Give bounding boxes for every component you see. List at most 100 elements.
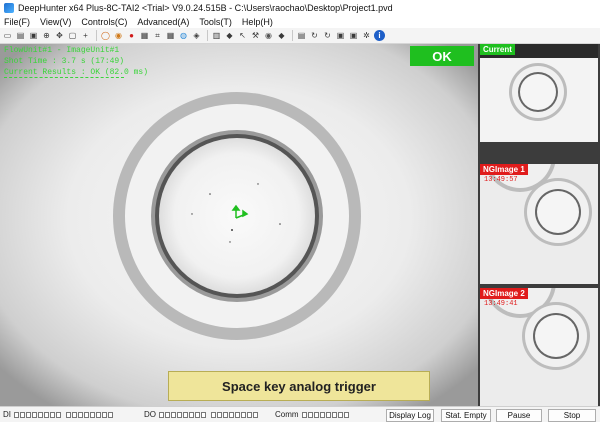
menu-file[interactable]: File(F) (0, 17, 36, 27)
io-indicator (235, 411, 240, 418)
device-icon[interactable]: ▣ (348, 30, 359, 41)
io-indicator (171, 411, 176, 418)
grid-icon[interactable]: ▦ (165, 30, 176, 41)
toolbar-separator (96, 30, 97, 41)
layers-icon[interactable]: ▥ (211, 30, 222, 41)
io-indicator (301, 411, 307, 418)
menu-help[interactable]: Help(H) (238, 17, 279, 27)
flow-unit-label: FlowUnit#1 - ImageUnit#1 (4, 46, 120, 55)
record-icon[interactable]: ● (126, 30, 137, 41)
io-indicator (319, 411, 325, 418)
toolbar-separator (207, 30, 208, 41)
io-indicator (211, 411, 216, 418)
io-indicator (14, 411, 19, 418)
io-indicator (50, 411, 55, 418)
open-folder-icon[interactable]: ▤ (15, 30, 26, 41)
io-indicator (217, 411, 222, 418)
save-icon[interactable]: ▣ (335, 30, 346, 41)
io-indicator (44, 411, 49, 418)
io-indicator (159, 411, 164, 418)
new-file-icon[interactable]: ▭ (2, 30, 13, 41)
toolbar: ▭ ▤ ▣ ⊕ ✥ ▢ + ◯ ◉ ● ▦ ⌗ ▦ ◍ ◈ ▥ ◆ ↖ ⚒ ◉ ◆ ▤ ↻ ↻ ▣ ▣ ✲ i (0, 28, 600, 44)
current-tag: Current (480, 44, 515, 55)
io-indicator (343, 411, 349, 418)
do-label: DO (144, 410, 156, 419)
toolbar-separator (292, 30, 293, 41)
settings-icon[interactable]: ◈ (191, 30, 202, 41)
tag-icon[interactable]: ◆ (276, 30, 287, 41)
io-indicator (253, 411, 258, 418)
current-results-label: Current Results : OK (82.0 ms) (4, 68, 149, 77)
io-indicator (56, 411, 61, 418)
print-icon[interactable]: ▤ (296, 30, 307, 41)
fit-window-icon[interactable]: ▢ (67, 30, 78, 41)
result-ok-badge: OK (410, 46, 474, 66)
io-indicator (177, 411, 182, 418)
stat-empty-button[interactable]: Stat. Empty (441, 409, 491, 422)
ng-image-1-panel[interactable]: NGImage 1 13:49:57 (480, 164, 598, 284)
pause-button[interactable]: Pause (496, 409, 542, 422)
io-indicator (337, 411, 343, 418)
ng-image-2-timestamp: 13:49:41 (484, 300, 518, 308)
save-icon[interactable]: ▣ (28, 30, 39, 41)
pause-icon[interactable]: ◉ (113, 30, 124, 41)
status-bar: DI DO Comm Display Log Stat. Empty Pause… (0, 406, 600, 422)
crosshair-icon[interactable]: + (80, 30, 91, 41)
io-indicator (32, 411, 37, 418)
inner-disc (159, 138, 315, 294)
stop-button[interactable]: Stop (548, 409, 596, 422)
comm-indicators (301, 411, 349, 418)
gear-icon[interactable]: ✲ (361, 30, 372, 41)
cursor-icon[interactable]: ↖ (237, 30, 248, 41)
info-icon[interactable]: i (374, 30, 385, 41)
io-indicator (72, 411, 77, 418)
window-title: DeepHunter x64 Plus-8C-TAI2 <Trial> V9.0… (18, 3, 393, 13)
io-indicator (247, 411, 252, 418)
io-indicator (307, 411, 313, 418)
current-thumbnail (480, 58, 598, 142)
io-indicator (201, 411, 206, 418)
color-icon[interactable]: ◍ (178, 30, 189, 41)
io-indicator (96, 411, 101, 418)
io-indicator (189, 411, 194, 418)
ng-image-2-tag: NGImage 2 (480, 288, 528, 299)
camera-icon[interactable]: ▦ (139, 30, 150, 41)
io-indicator (165, 411, 170, 418)
analog-trigger-button[interactable]: Space key analog trigger (168, 371, 430, 401)
inspection-image (0, 44, 478, 406)
io-indicator (313, 411, 319, 418)
io-indicator (84, 411, 89, 418)
location-icon[interactable]: ◉ (263, 30, 274, 41)
io-indicator (38, 411, 43, 418)
crop-icon[interactable]: ⌗ (152, 30, 163, 41)
title-bar: DeepHunter x64 Plus-8C-TAI2 <Trial> V9.0… (0, 0, 600, 16)
run-icon[interactable]: ◯ (100, 30, 111, 41)
tag-icon[interactable]: ◆ (224, 30, 235, 41)
current-image-panel[interactable]: Current (480, 44, 598, 142)
zoom-icon[interactable]: ⊕ (41, 30, 52, 41)
io-indicator (229, 411, 234, 418)
ng-image-2-panel[interactable]: NGImage 2 13:49:41 (480, 288, 598, 406)
comm-label: Comm (275, 410, 299, 419)
menu-view[interactable]: View(V) (36, 17, 77, 27)
io-indicator (66, 411, 71, 418)
tool-icon[interactable]: ⚒ (250, 30, 261, 41)
move-icon[interactable]: ✥ (54, 30, 65, 41)
sync-icon[interactable]: ↻ (322, 30, 333, 41)
io-indicator (102, 411, 107, 418)
sync-icon[interactable]: ↻ (309, 30, 320, 41)
io-indicator (78, 411, 83, 418)
do-indicators (159, 411, 258, 418)
menu-tools[interactable]: Tools(T) (195, 17, 238, 27)
menu-advanced[interactable]: Advanced(A) (133, 17, 195, 27)
main-image-view[interactable]: FlowUnit#1 - ImageUnit#1 Shot Time : 3.7… (0, 44, 478, 406)
results-divider (4, 77, 124, 78)
menu-controls[interactable]: Controls(C) (77, 17, 133, 27)
shot-time-label: Shot Time : 3.7 s (17:49) (4, 57, 125, 66)
io-indicator (183, 411, 188, 418)
io-indicator (325, 411, 331, 418)
display-log-button[interactable]: Display Log (386, 409, 434, 422)
app-logo-icon (4, 3, 14, 13)
io-indicator (90, 411, 95, 418)
ng-image-1-timestamp: 13:49:57 (484, 176, 518, 184)
